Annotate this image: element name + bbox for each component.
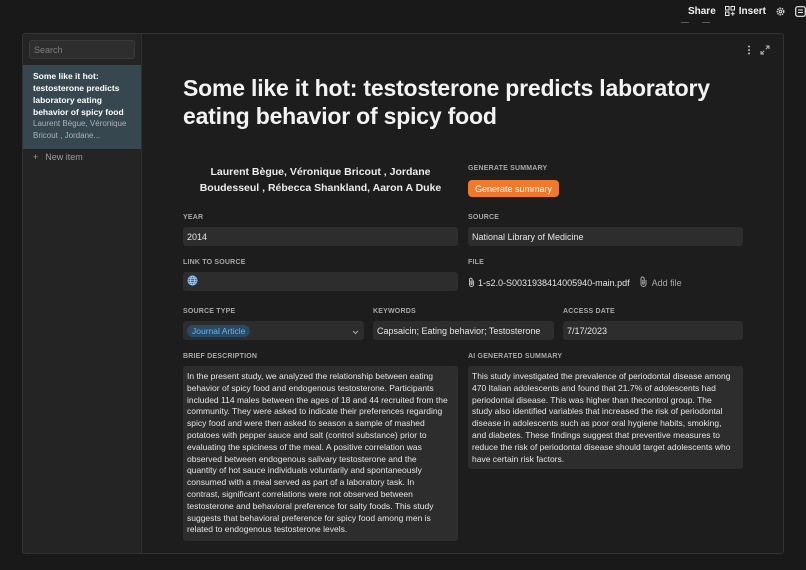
generate-summary-button[interactable]: Generate summary [468,180,559,197]
brief-description-label: BRIEF DESCRIPTION [183,353,258,360]
text-line: reduce the risk of periodontal disease s… [472,441,731,452]
paperclip-icon [639,276,648,289]
app-window: Some like it hot: testosterone predicts … [22,33,784,554]
sidebar-item-subtitle: Laurent Bègue, Véronique [33,119,127,128]
sidebar: Some like it hot: testosterone predicts … [23,34,142,553]
text-line: This study investigated the prevalence o… [472,371,731,381]
sidebar-item-title: Some like it hot: testosterone predicts … [33,71,124,117]
divider [681,22,689,23]
file-row: 1-s2.0-S0031938414005940-main.pdf Add fi… [468,276,682,289]
panel-icon[interactable] [795,5,806,17]
new-item-button[interactable]: + New item [33,152,83,162]
new-item-label: New item [45,152,83,162]
keywords-field[interactable]: Capsaicin; Eating behavior; Testosterone [373,321,554,340]
text-line: and diabetes. These findings suggest tha… [472,429,720,440]
text-line: potatoes with pepper sauce and salt (con… [187,429,427,440]
sidebar-item-selected[interactable]: Some like it hot: testosterone predicts … [23,65,141,149]
text-line: study also identified variables that inc… [472,406,723,417]
keywords-label: KEYWORDS [373,308,416,315]
top-actions: Share Insert [688,4,806,18]
access-date-field[interactable]: 7/17/2023 [563,321,743,340]
main-content: Some like it hot: testosterone predicts … [143,34,783,553]
file-attachment[interactable]: 1-s2.0-S0031938414005940-main.pdf [468,277,630,289]
insert-button[interactable]: Insert [724,5,766,17]
text-line: consumed with a meal served as part of a… [187,477,415,488]
globe-icon [187,275,198,288]
grid-plus-icon [724,6,735,16]
add-file-label: Add file [651,277,682,288]
link-label: LINK TO SOURCE [183,259,246,266]
ai-summary-field[interactable]: This study investigated the prevalence o… [468,366,743,469]
access-date-label: ACCESS DATE [563,308,615,315]
source-label: SOURCE [468,214,500,221]
file-label: FILE [468,259,484,266]
divider [702,22,710,23]
page-title: Some like it hot: testosterone predicts … [183,75,710,129]
source-type-tag: Journal Article [187,324,251,337]
source-type-select[interactable]: Journal Article [183,321,364,340]
more-options-icon[interactable] [747,45,751,55]
text-line: periodontal disease. This was higher tha… [472,394,712,405]
share-button[interactable]: Share [688,6,716,17]
authors: Laurent Bègue, Véronique Bricout , Jorda… [199,166,442,194]
text-line: community. They were asked to indicate t… [187,406,443,417]
text-line: quantity of hot sauce individuals volunt… [187,465,422,476]
year-field[interactable]: 2014 [183,227,458,246]
text-line: testosterone and behavioral preference f… [187,500,434,511]
text-line: evaluating the spiciness of the meal. A … [187,441,422,452]
card-tools [747,45,770,55]
text-line: related to endogenous testosterone level… [187,524,348,535]
expand-icon[interactable] [760,45,770,55]
text-line: have certain risk factors. [472,453,565,464]
plus-icon: + [33,152,39,162]
chevron-down-icon [352,327,359,337]
source-field[interactable]: National Library of Medicine [468,227,743,246]
link-field[interactable] [183,272,458,291]
text-line: 470 Italian adolescents and found that 2… [472,382,716,393]
file-name: 1-s2.0-S0031938414005940-main.pdf [478,277,630,288]
text-line: spicy food and were then asked to season… [187,418,425,429]
text-line: observed between endogenous salivary tes… [187,453,417,464]
add-file-button[interactable]: Add file [639,276,682,289]
brief-description-field[interactable]: In the present study, we analyzed the re… [183,366,458,541]
source-type-label: SOURCE TYPE [183,308,236,315]
ai-summary-label: AI GENERATED SUMMARY [468,353,563,360]
text-line: behavior of spicy food and endogenous te… [187,382,434,393]
top-bar: Share Insert [0,0,806,23]
paperclip-icon [468,277,475,289]
text-line: contrast, significant correlations were … [187,488,413,499]
insert-label: Insert [738,5,766,17]
text-line: disease in adolescents such as poor oral… [472,418,722,429]
generate-summary-label: GENERATE SUMMARY [468,165,548,172]
text-line: included 114 males between the ages of 1… [187,394,448,405]
sidebar-item-subtitle: Bricout , Jordane... [33,131,101,140]
year-label: YEAR [183,214,204,221]
text-line: suggests that behavioral preference for … [187,512,431,523]
text-line: In the present study, we analyzed the re… [187,371,434,381]
gear-icon[interactable] [775,6,786,17]
search-input[interactable] [29,40,135,59]
